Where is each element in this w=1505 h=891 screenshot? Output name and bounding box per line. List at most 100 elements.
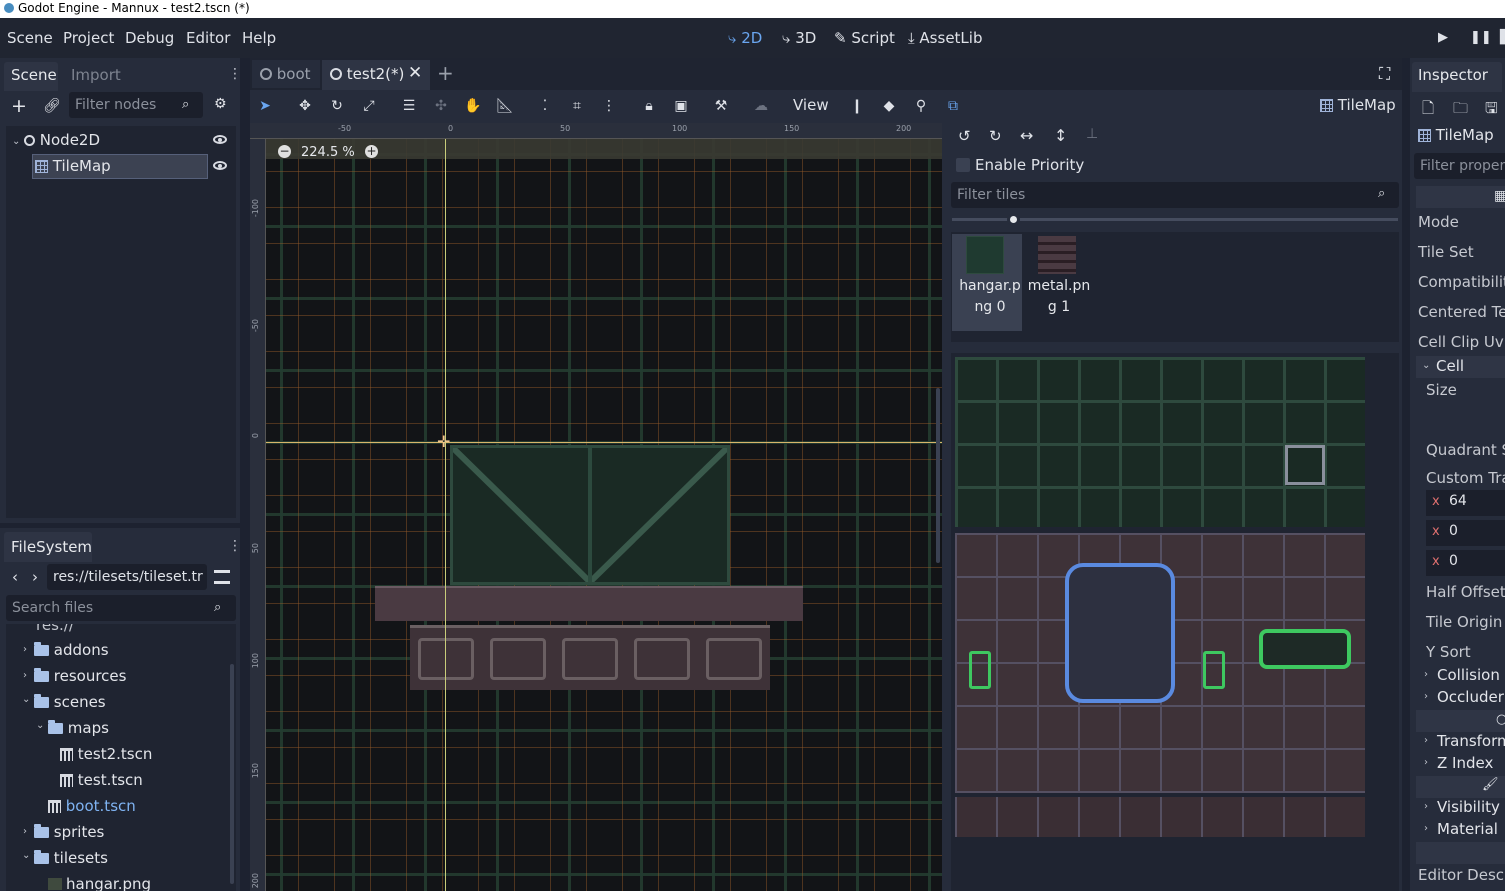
path-input[interactable]: res://tilesets/tileset.tr [47,564,207,590]
tab-scene[interactable]: Scene [11,66,57,84]
tile-atlas[interactable] [951,353,1399,891]
pause-icon[interactable]: ❚❚ [1470,30,1492,45]
picker-icon[interactable]: ⚲ [912,98,930,114]
chevron-down-icon[interactable]: ⌄ [12,136,20,147]
file-test2-tscn[interactable]: test2.tscn [60,745,152,763]
tree-node-tilemap[interactable]: TileMap [35,157,111,175]
file-test-tscn[interactable]: test.tscn [60,771,143,789]
ruler-tool-icon[interactable]: 📐︎ [496,98,514,114]
section-occluder[interactable]: Occluder [1437,688,1504,706]
menu-help[interactable]: Help [242,29,276,47]
new-resource-icon[interactable]: 🗋︎ [1422,98,1434,123]
camera-icon[interactable]: ☁ [752,98,770,114]
open-folder-icon[interactable]: 🗀︎ [1453,98,1468,123]
viewport-scrollbar[interactable] [936,388,940,563]
zoom-in-icon[interactable]: + [365,145,378,158]
section-collision[interactable]: Collision [1437,666,1500,684]
list-select-icon[interactable]: ☰ [400,98,418,114]
pan-tool-icon[interactable]: ✋ [464,98,482,114]
flip-v-icon[interactable]: ↕ [1054,126,1067,145]
visibility-eye-icon[interactable] [213,161,227,170]
move-tool-icon[interactable]: ✥ [296,98,314,114]
scrollbar[interactable] [230,664,234,884]
tab-boot[interactable]: boot [260,65,311,83]
section-material[interactable]: Material [1437,820,1498,838]
tab-inspector[interactable]: Inspector [1418,66,1488,84]
folder-resources[interactable]: resources [34,667,126,685]
transform-x-field[interactable]: x 0 [1426,520,1505,546]
menu-debug[interactable]: Debug [125,29,174,47]
transform-x-field[interactable]: x 0 [1426,550,1505,576]
tree-node-node2d[interactable]: Node2D [24,131,100,149]
bucket-icon[interactable]: ◆ [880,98,898,114]
tilemap-menu[interactable]: TileMap [1320,96,1396,114]
link-icon[interactable]: 🔗︎ [43,98,61,114]
canvas-viewport[interactable]: ✛ -50 0 50 100 150 200 -100 -50 0 50 100… [250,123,942,891]
add-node-icon[interactable]: + [11,95,27,117]
menu-editor[interactable]: Editor [186,29,230,47]
grid-snap-icon[interactable]: ⌗ [568,98,586,114]
play-icon[interactable]: ▶ [1438,30,1448,45]
stop-icon[interactable]: ▌ [1500,30,1505,45]
instance-scene-icon[interactable]: ⚙︎ [214,96,227,112]
list-view-icon[interactable] [214,570,230,584]
section-cell[interactable]: Cell [1436,357,1464,375]
fullscreen-icon[interactable]: ⛶ [1379,64,1390,84]
zoom-slider-handle[interactable] [1007,213,1020,226]
folder-addons[interactable]: addons [34,641,109,659]
menu-scene[interactable]: Scene [7,29,53,47]
dock-menu-icon[interactable]: ⋮ [228,66,242,82]
bone-icon[interactable]: ⚒ [712,98,730,114]
dock-menu-icon[interactable]: ⋮ [228,538,242,554]
rotate-right-icon[interactable]: ↻ [989,127,1002,145]
snap-icon[interactable]: ⁚ [536,98,554,114]
copy-icon[interactable]: ⧉ [944,98,962,114]
rotate-tool-icon[interactable]: ↻ [328,98,346,114]
chevron-down-icon[interactable]: ⌄ [1422,360,1430,371]
save-icon[interactable]: 🖫︎ [1485,98,1498,123]
clear-transform-icon[interactable]: ⊥ [1086,126,1098,142]
select-tool-icon[interactable]: ➤ [256,98,274,114]
folder-maps[interactable]: maps [48,719,109,737]
transform-x-field[interactable]: x 64 [1426,490,1505,516]
tab-filesystem[interactable]: FileSystem [11,538,92,556]
res-root[interactable]: res:// [36,624,74,634]
close-tab-icon[interactable]: ✕ [408,63,422,83]
back-icon[interactable]: ‹ [12,568,18,586]
scale-tool-icon[interactable]: ⤢ [360,98,378,114]
workspace-assetlib-button[interactable]: ⤓ AssetLib [908,29,982,47]
hangar-thumb[interactable] [966,236,1004,274]
workspace-script-button[interactable]: ✎ Script [834,29,895,47]
search-files-input[interactable]: Search files [6,595,236,621]
file-boot-tscn[interactable]: boot.tscn [48,797,136,815]
pivot-icon[interactable]: ✣ [432,98,450,114]
section-z-index[interactable]: Z Index [1437,754,1493,772]
tab-test2[interactable]: test2(*) [330,65,404,83]
rotate-left-icon[interactable]: ↺ [958,127,971,145]
zoom-level[interactable]: 224.5 % [301,145,355,160]
filter-tiles-input[interactable]: Filter tiles [951,182,1399,208]
zoom-out-icon[interactable]: − [278,145,291,158]
tileset-hangar[interactable]: hangar.png 0 [955,276,1025,318]
lock-icon[interactable]: 🔒︎ [640,98,658,114]
visibility-eye-icon[interactable] [213,135,227,144]
metal-thumb[interactable] [1038,236,1076,274]
menu-project[interactable]: Project [63,29,114,47]
folder-scenes[interactable]: scenes [34,693,106,711]
more-options-icon[interactable]: ⋮ [600,98,618,114]
folder-sprites[interactable]: sprites [34,823,104,841]
section-visibility[interactable]: Visibility [1437,798,1500,816]
enable-priority-checkbox[interactable] [956,158,970,172]
workspace-2d-button[interactable]: ⤷ 2D [728,29,762,47]
folder-tilesets[interactable]: tilesets [34,849,108,867]
view-menu-button[interactable]: View [793,96,829,114]
workspace-3d-button[interactable]: ⤷ 3D [782,29,816,47]
flip-h-icon[interactable]: ↔ [1020,126,1033,145]
new-tab-icon[interactable]: + [437,61,454,85]
section-transform[interactable]: Transform [1437,732,1505,750]
file-hangar-png[interactable]: hangar.png [48,875,151,891]
forward-icon[interactable]: › [32,568,38,586]
tileset-metal[interactable]: metal.png 1 [1026,276,1092,318]
filter-properties-input[interactable]: Filter proper [1414,153,1505,179]
inspected-node[interactable]: TileMap [1418,126,1494,144]
